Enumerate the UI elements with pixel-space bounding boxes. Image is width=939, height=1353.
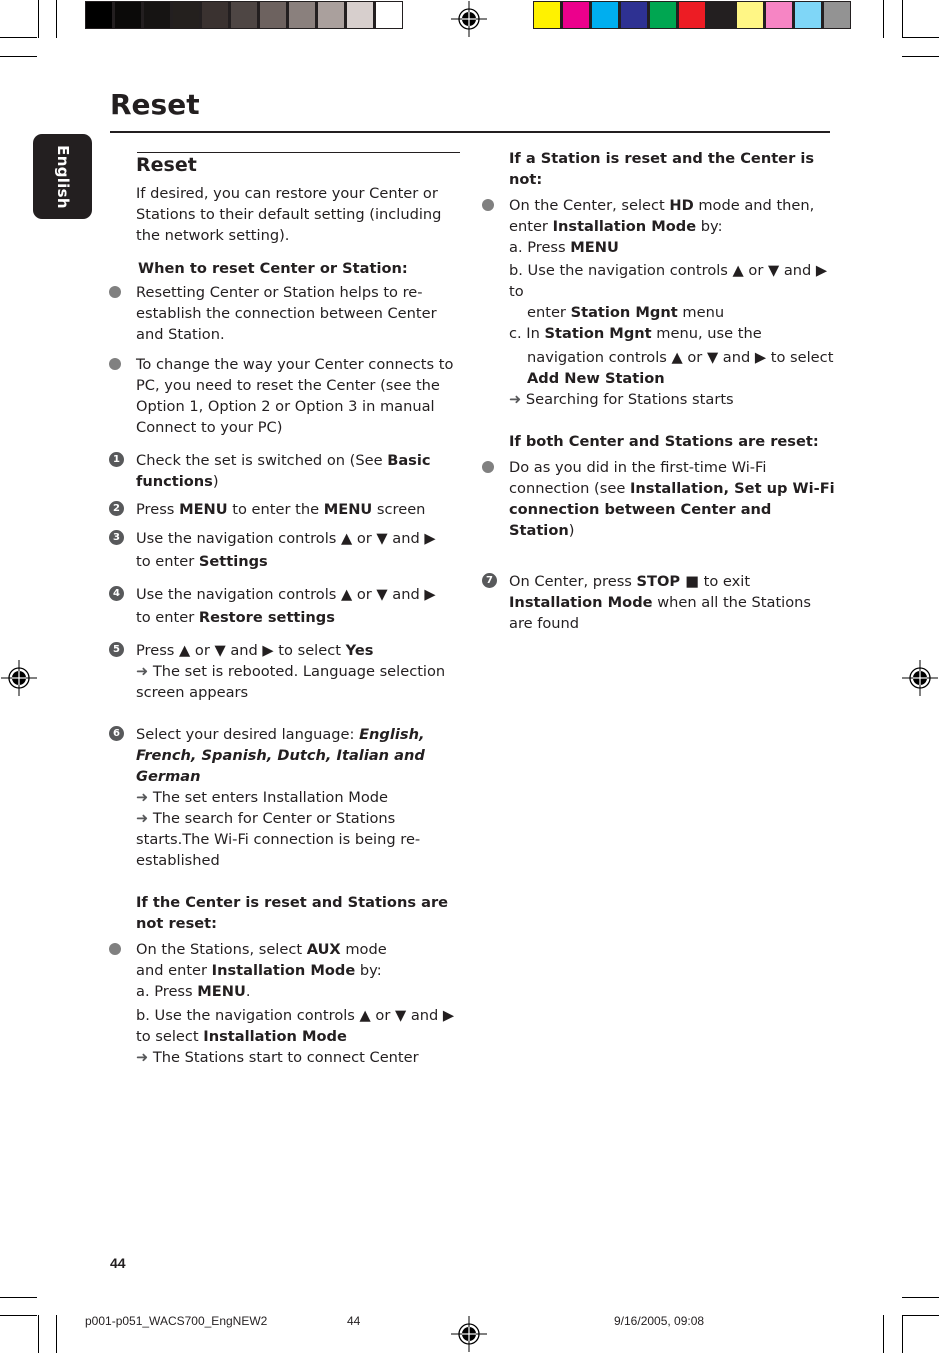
list-item: On the Stations, select AUX mode and ent… bbox=[109, 939, 466, 1068]
crop-mark bbox=[0, 37, 37, 38]
color-swatch bbox=[563, 2, 589, 28]
crop-mark bbox=[38, 0, 39, 38]
crop-mark bbox=[883, 0, 884, 38]
crop-mark bbox=[883, 1315, 884, 1353]
footer-timestamp: 9/16/2005, 09:08 bbox=[614, 1314, 705, 1328]
registration-mark-icon bbox=[451, 1316, 487, 1352]
color-swatch bbox=[766, 2, 792, 28]
color-swatch bbox=[679, 2, 705, 28]
bullet-icon bbox=[109, 286, 121, 298]
center-reset-heading: If the Center is reset and Stations are … bbox=[136, 894, 449, 932]
step-number-icon: 4 bbox=[109, 586, 124, 601]
color-swatch bbox=[289, 2, 315, 28]
when-to-reset-heading: When to reset Center or Station: bbox=[138, 260, 408, 277]
color-swatch bbox=[260, 2, 286, 28]
arrow-right-icon: ➜ bbox=[136, 663, 149, 680]
list-item: Resetting Center or Station helps to re-… bbox=[109, 282, 466, 345]
crop-mark bbox=[0, 1315, 37, 1316]
step-number-icon: 3 bbox=[109, 530, 124, 545]
color-swatch bbox=[115, 2, 141, 28]
step-7: 7 On Center, press STOP ■ to exit Instal… bbox=[482, 571, 839, 634]
list-item: To change the way your Center connects t… bbox=[109, 354, 466, 438]
crop-mark bbox=[902, 37, 939, 38]
crop-mark bbox=[902, 0, 903, 38]
list-item: Do as you did in the first-time Wi-Fi co… bbox=[482, 457, 839, 541]
color-swatch bbox=[318, 2, 344, 28]
step-2: 2 Press MENU to enter the MENU screen bbox=[109, 499, 466, 520]
both-reset-heading: If both Center and Stations are reset: bbox=[509, 433, 819, 450]
intro-text: If desired, you can restore your Center … bbox=[136, 185, 442, 244]
color-swatch bbox=[202, 2, 228, 28]
step-3: 3 Use the navigation controls ▲ or ▼ and… bbox=[109, 528, 466, 572]
list-item: On the Center, select HD mode and then, … bbox=[482, 195, 839, 410]
section-heading: Reset bbox=[136, 154, 197, 176]
color-swatch bbox=[708, 2, 734, 28]
footer-page: 44 bbox=[347, 1314, 361, 1328]
color-swatch bbox=[231, 2, 257, 28]
title-divider bbox=[110, 131, 830, 133]
registration-mark-icon bbox=[1, 660, 37, 696]
step-number-icon: 1 bbox=[109, 452, 124, 467]
color-swatch bbox=[650, 2, 676, 28]
grayscale-color-bar bbox=[85, 1, 403, 29]
page-title: Reset bbox=[110, 88, 200, 121]
step-6: 6 Select your desired language: English,… bbox=[109, 724, 466, 871]
bullet-icon bbox=[482, 199, 494, 211]
registration-mark-icon bbox=[451, 1, 487, 37]
page-number: 44 bbox=[110, 1255, 126, 1271]
crop-mark bbox=[902, 1315, 903, 1353]
arrow-right-icon: ➜ bbox=[136, 789, 149, 806]
language-tab: English bbox=[33, 134, 92, 219]
step-number-icon: 2 bbox=[109, 501, 124, 516]
bullet-icon bbox=[109, 358, 121, 370]
crop-mark bbox=[902, 56, 939, 57]
color-swatch bbox=[737, 2, 763, 28]
station-reset-heading: If a Station is reset and the Center is … bbox=[509, 150, 815, 188]
color-swatch bbox=[86, 2, 112, 28]
left-column: Reset If desired, you can restore your C… bbox=[109, 152, 466, 1068]
color-swatch bbox=[621, 2, 647, 28]
step-number-icon: 6 bbox=[109, 726, 124, 741]
crop-mark bbox=[38, 1315, 39, 1353]
crop-mark bbox=[0, 1297, 37, 1298]
registration-mark-icon bbox=[902, 660, 938, 696]
color-swatch bbox=[592, 2, 618, 28]
crop-mark bbox=[0, 56, 37, 57]
color-swatch bbox=[376, 2, 402, 28]
arrow-right-icon: ➜ bbox=[136, 1049, 149, 1066]
bullet-icon bbox=[109, 943, 121, 955]
right-column: If a Station is reset and the Center is … bbox=[482, 148, 839, 634]
crop-mark bbox=[56, 1315, 57, 1353]
arrow-right-icon: ➜ bbox=[509, 391, 522, 408]
step-number-icon: 5 bbox=[109, 642, 124, 657]
color-swatch bbox=[795, 2, 821, 28]
color-swatch bbox=[347, 2, 373, 28]
color-swatch bbox=[173, 2, 199, 28]
arrow-right-icon: ➜ bbox=[136, 810, 149, 827]
crop-mark bbox=[902, 1297, 939, 1298]
step-number-icon: 7 bbox=[482, 573, 497, 588]
step-4: 4 Use the navigation controls ▲ or ▼ and… bbox=[109, 584, 466, 628]
crop-mark bbox=[902, 1315, 939, 1316]
step-1: 1 Check the set is switched on (See Basi… bbox=[109, 450, 466, 492]
color-swatch bbox=[824, 2, 850, 28]
process-color-bar bbox=[533, 1, 851, 29]
color-swatch bbox=[534, 2, 560, 28]
crop-mark bbox=[56, 0, 57, 38]
footer-filename: p001-p051_WACS700_EngNEW2 bbox=[85, 1314, 268, 1328]
language-tab-label: English bbox=[53, 144, 72, 209]
color-swatch bbox=[144, 2, 170, 28]
step-5: 5 Press ▲ or ▼ and ▶ to select Yes ➜ The… bbox=[109, 640, 466, 703]
bullet-icon bbox=[482, 461, 494, 473]
